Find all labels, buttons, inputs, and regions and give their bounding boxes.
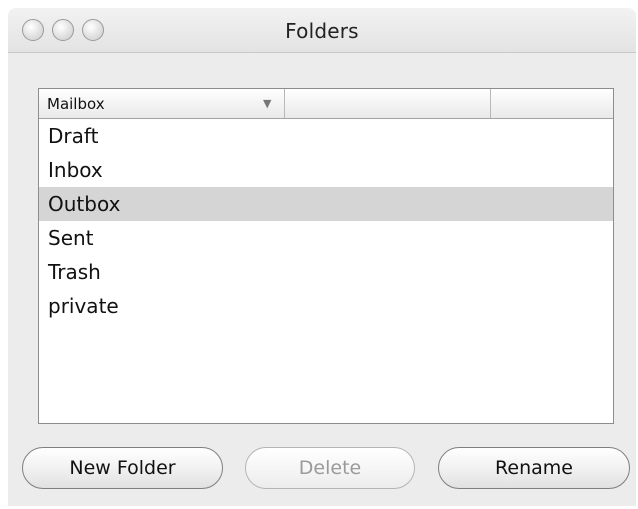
list-item[interactable]: Trash [39, 255, 613, 289]
column-header-2[interactable] [285, 89, 491, 118]
window-title: Folders [285, 19, 359, 43]
mailbox-rows: Draft Inbox Outbox Sent Trash private [39, 119, 613, 323]
table-header: Mailbox ▼ [39, 89, 613, 119]
new-folder-button[interactable]: New Folder [22, 447, 223, 489]
title-bar[interactable]: Folders [8, 8, 636, 53]
list-item[interactable]: private [39, 289, 613, 323]
folders-window: Folders Mailbox ▼ Draft Inbox Outbox Sen… [8, 8, 636, 506]
sort-descending-icon: ▼ [263, 97, 272, 110]
list-item[interactable]: Draft [39, 119, 613, 153]
list-item[interactable]: Sent [39, 221, 613, 255]
column-header-mailbox[interactable]: Mailbox ▼ [39, 89, 285, 118]
mailbox-list[interactable]: Mailbox ▼ Draft Inbox Outbox Sent Trash … [38, 88, 614, 424]
list-item-selected[interactable]: Outbox [39, 187, 613, 221]
rename-button[interactable]: Rename [438, 447, 630, 489]
delete-button[interactable]: Delete [245, 447, 415, 489]
column-header-label: Mailbox [47, 95, 105, 113]
list-item[interactable]: Inbox [39, 153, 613, 187]
column-header-3[interactable] [491, 89, 613, 118]
